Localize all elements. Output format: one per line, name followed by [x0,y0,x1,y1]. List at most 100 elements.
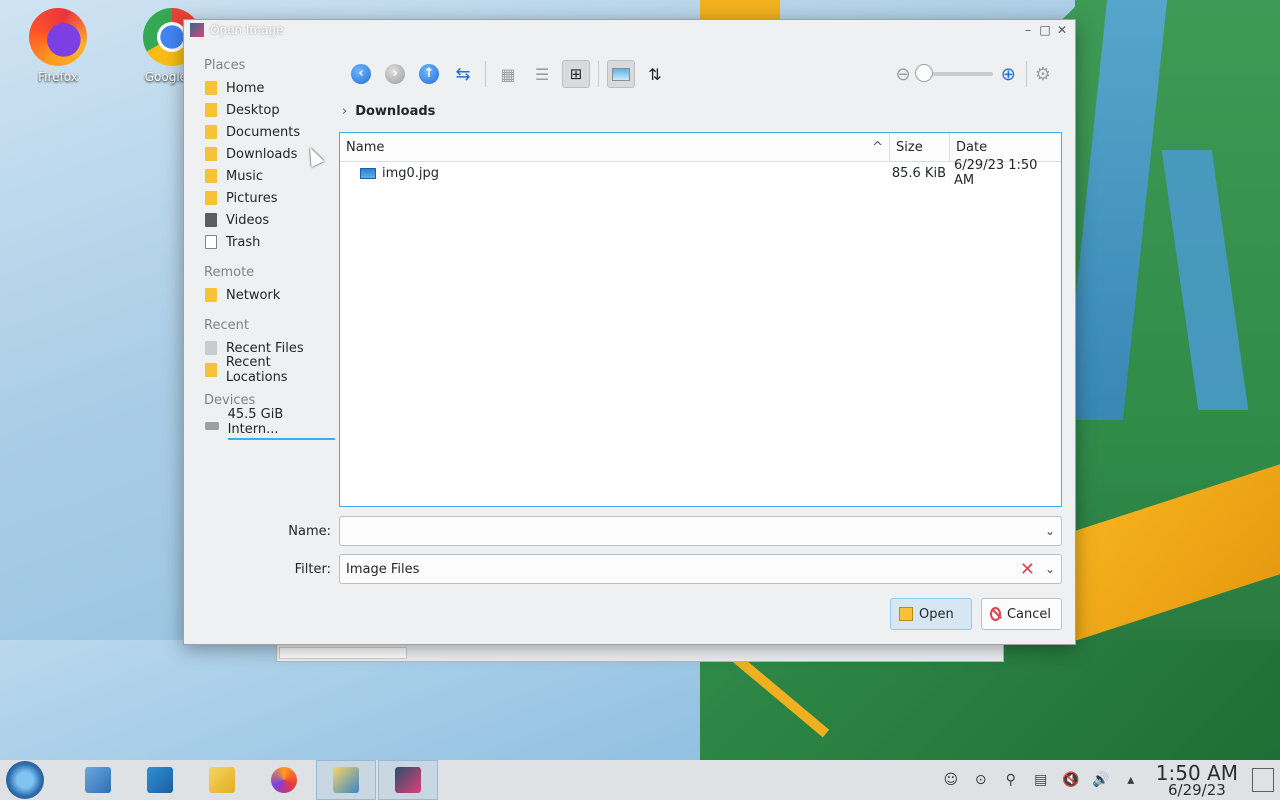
taskbar-files[interactable] [192,760,252,800]
network-icon[interactable]: ⚲ [1002,771,1020,789]
filter-label: Filter: [294,561,331,577]
firefox-icon [271,767,297,793]
taskbar-system-settings[interactable] [68,760,128,800]
reload-button[interactable]: ⇆ [449,60,477,88]
open-image-dialog: Open Image – □ ✕ Places Home Desktop Doc… [183,19,1076,645]
system-tray: ☺ ⊙ ⚲ ▤ 🔇 🔊 ▴ 1:50 AM 6/29/23 [936,760,1280,800]
file-list[interactable]: Name ^ Size Date img0.jpg 85.6 KiB 6/29/2… [339,132,1062,507]
sort-icon: ⇅ [648,64,662,84]
pictures-folder-icon [205,191,217,205]
toolbar: ‹ › ↑ ⇆ ▦ ☰ ⊞ ⇅ ⊖ ⊕ ⚙ [347,58,1057,90]
places-item-desktop[interactable]: Desktop [195,99,335,121]
image-app-icon [395,767,421,793]
back-button[interactable]: ‹ [347,60,375,88]
window-title: Open Image [210,23,284,37]
reload-icon: ⇆ [455,63,471,85]
taskbar-dolphin[interactable] [316,760,376,800]
desktop-icon-label: Firefox [38,70,78,84]
file-row[interactable]: img0.jpg 85.6 KiB 6/29/23 1:50 AM [340,158,1061,188]
name-row: Name: ⌄ [284,516,1062,546]
places-item-home[interactable]: Home [195,77,335,99]
tree-view-icon: ⊞ [569,65,583,83]
show-desktop-button[interactable] [1252,768,1274,792]
network-folder-icon [205,288,217,302]
sort-ascending-icon: ^ [872,139,883,155]
open-button[interactable]: Open [890,598,972,630]
column-header-date[interactable]: Date [950,133,1061,161]
chevron-down-icon[interactable]: ⌄ [1045,562,1055,576]
places-item-music[interactable]: Music [195,165,335,187]
name-input[interactable]: ⌄ [339,516,1062,546]
clock-time: 1:50 AM [1155,760,1238,785]
maximize-icon[interactable]: □ [1038,23,1052,37]
parent-folder-button[interactable]: ↑ [415,60,443,88]
mute-icon[interactable]: 🔇 [1062,771,1080,789]
start-menu-button[interactable] [6,761,44,799]
desktop-icon-firefox[interactable]: Firefox [13,8,103,84]
volume-icon[interactable]: 🔊 [1092,771,1110,789]
zoom-in-icon[interactable]: ⊕ [1001,64,1016,85]
taskbar: ☺ ⊙ ⚲ ▤ 🔇 🔊 ▴ 1:50 AM 6/29/23 [0,760,1280,800]
chevron-down-icon[interactable]: ⌄ [1045,524,1055,538]
tree-view-button[interactable]: ⊞ [562,60,590,88]
minimize-icon[interactable]: – [1021,23,1035,37]
options-gear-icon[interactable]: ⚙ [1035,64,1051,85]
places-section-title: Recent [204,318,249,333]
breadcrumb[interactable]: › Downloads [342,104,435,119]
clear-filter-icon[interactable]: ✕ [1020,559,1035,580]
taskbar-firefox[interactable] [254,760,314,800]
places-item-recent-locations[interactable]: Recent Locations [195,355,335,385]
sort-button[interactable]: ⇅ [641,60,669,88]
taskbar-image-app[interactable] [378,760,438,800]
drive-icon [205,422,219,430]
videos-icon [205,213,217,227]
downloads-folder-icon [205,147,217,161]
image-file-icon [360,167,376,179]
places-item-documents[interactable]: Documents [195,121,335,143]
tray-expand-icon[interactable]: ▴ [1122,771,1140,789]
clock[interactable]: 1:50 AM 6/29/23 [1156,763,1238,798]
preview-button[interactable] [607,60,635,88]
filter-combobox[interactable]: Image Files ✕ ⌄ [339,554,1062,584]
app-icon [190,23,204,37]
zoom-slider-knob[interactable] [914,64,933,82]
places-item-trash[interactable]: Trash [195,231,335,253]
updates-icon[interactable]: ⊙ [972,771,990,789]
back-arrow-icon: ‹ [351,64,371,84]
short-view-button[interactable]: ▦ [494,60,522,88]
file-size: 85.6 KiB [891,165,946,181]
chevron-right-icon: › [342,104,348,119]
folder-icon [205,125,217,139]
user-icon[interactable]: ☺ [942,771,960,789]
folder-icon [205,103,217,117]
files-icon [209,767,235,793]
cancel-icon [990,607,1001,621]
column-header-size[interactable]: Size [890,133,950,161]
titlebar[interactable]: Open Image – □ ✕ [184,20,1075,40]
terminal-icon [147,767,173,793]
cancel-button[interactable]: Cancel [981,598,1062,630]
clipboard-icon[interactable]: ▤ [1032,771,1050,789]
places-item-videos[interactable]: Videos [195,209,335,231]
places-item-pictures[interactable]: Pictures [195,187,335,209]
places-item-network[interactable]: Network [195,284,335,306]
close-icon[interactable]: ✕ [1055,23,1069,37]
places-item-internal-drive[interactable]: 45.5 GiB Intern... [195,407,335,440]
list-view-icon: ☰ [534,64,550,84]
filter-value: Image Files [346,561,420,577]
preview-icon [612,67,630,81]
column-header-name[interactable]: Name ^ [340,133,890,161]
places-panel: Places Home Desktop Documents Downloads … [195,54,335,440]
zoom-out-icon[interactable]: ⊖ [896,64,911,85]
breadcrumb-current[interactable]: Downloads [355,104,435,119]
open-folder-icon [899,607,913,621]
detailed-view-button[interactable]: ☰ [528,60,556,88]
forward-button[interactable]: › [381,60,409,88]
music-folder-icon [205,169,217,183]
zoom-slider[interactable] [914,64,993,82]
file-name: img0.jpg [382,165,440,181]
zoom-controls: ⊖ ⊕ ⚙ [896,61,1057,87]
taskbar-konsole[interactable] [130,760,190,800]
places-section-title: Places [204,58,246,73]
icon-view-icon: ▦ [500,64,516,84]
